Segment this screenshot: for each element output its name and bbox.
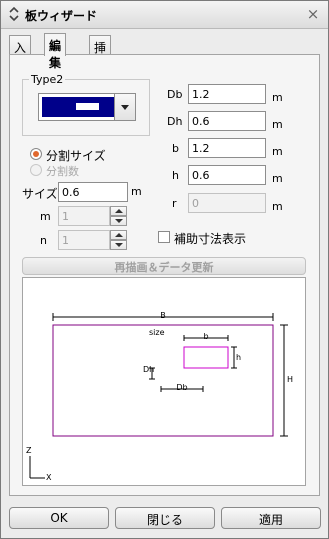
size-label: サイズ xyxy=(22,187,58,201)
redraw-update-button[interactable]: 再描画＆データ更新 xyxy=(22,257,306,275)
b-label: b xyxy=(172,142,179,155)
m-field[interactable]: 1 xyxy=(58,206,110,226)
title-bar[interactable]: 板ウィザード × xyxy=(1,1,328,29)
n-field[interactable]: 1 xyxy=(58,230,110,250)
type-group: Type2 xyxy=(22,73,150,136)
r-label: r xyxy=(172,197,177,210)
division-size-label: 分割サイズ xyxy=(46,149,106,163)
plate-outline xyxy=(52,324,274,437)
plate-diagram: B H size b h Dh Db Z X xyxy=(26,311,293,482)
close-button[interactable]: 閉じる xyxy=(115,507,215,529)
dh-label: Dh xyxy=(167,115,183,128)
wizard-window: 板ウィザード × 入力 編集 挿入 Type2 分割サイズ 分割数 サイズ 0.… xyxy=(0,0,329,539)
h-label: h xyxy=(172,169,179,182)
size-field[interactable]: 0.6 xyxy=(58,182,128,202)
collapse-chevron-icon[interactable] xyxy=(7,6,21,22)
aux-dims-checkbox[interactable] xyxy=(158,231,170,243)
r-field[interactable]: 0 xyxy=(188,193,266,213)
tab-insert[interactable]: 挿入 xyxy=(89,35,112,72)
radio-division-count[interactable] xyxy=(30,164,42,176)
db-field[interactable]: 1.2 xyxy=(188,84,266,104)
dim-b-opening: b xyxy=(203,332,208,341)
apply-button[interactable]: 適用 xyxy=(221,507,321,529)
size-unit: m xyxy=(131,185,142,198)
size-annotation: size xyxy=(149,328,165,337)
axis-x-label: X xyxy=(46,473,52,482)
type-group-title: Type2 xyxy=(29,73,66,86)
dim-dh: Dh xyxy=(143,365,154,374)
dh-unit: m xyxy=(272,118,283,131)
chevron-down-icon[interactable] xyxy=(114,94,135,120)
opening-outline xyxy=(183,346,229,369)
n-stepper[interactable] xyxy=(110,230,127,250)
m-stepper[interactable] xyxy=(110,206,127,226)
aux-dims-label: 補助寸法表示 xyxy=(174,232,247,246)
dim-h-total: H xyxy=(287,375,293,384)
n-label: n xyxy=(40,234,47,247)
tab-input[interactable]: 入力 xyxy=(9,35,32,72)
close-icon[interactable]: × xyxy=(305,6,321,22)
b-field[interactable]: 1.2 xyxy=(188,138,266,158)
plate-type-swatch xyxy=(42,97,115,117)
axis-z-label: Z xyxy=(26,446,32,455)
b-unit: m xyxy=(272,145,283,158)
dim-h-opening: h xyxy=(236,353,241,362)
edit-panel: Type2 分割サイズ 分割数 サイズ 0.6 m m 1 n 1 Db 1.2… xyxy=(9,54,320,496)
preview-canvas: B H size b h Dh Db Z X xyxy=(22,277,306,486)
dim-b-total: B xyxy=(160,311,166,320)
m-label: m xyxy=(40,210,51,223)
db-unit: m xyxy=(272,91,283,104)
radio-division-size[interactable] xyxy=(30,148,42,160)
type-combo[interactable] xyxy=(38,93,136,121)
db-label: Db xyxy=(167,88,183,101)
h-unit: m xyxy=(272,172,283,185)
dh-field[interactable]: 0.6 xyxy=(188,111,266,131)
window-title: 板ウィザード xyxy=(25,9,98,23)
dim-db: Db xyxy=(176,383,187,392)
h-field[interactable]: 0.6 xyxy=(188,165,266,185)
tab-edit[interactable]: 編集 xyxy=(44,33,67,70)
division-count-label: 分割数 xyxy=(46,165,79,178)
ok-button[interactable]: OK xyxy=(9,507,109,529)
r-unit: m xyxy=(272,200,283,213)
